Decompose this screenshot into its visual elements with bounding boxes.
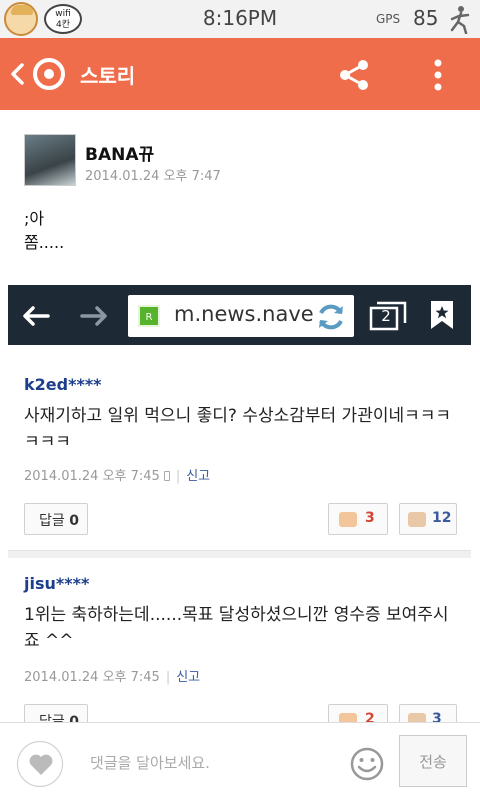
browser-back-icon bbox=[23, 306, 50, 326]
battery-level: 85 bbox=[413, 6, 439, 30]
clock: 8:16PM bbox=[202, 6, 278, 30]
like-button: 2 bbox=[328, 704, 388, 722]
comment-meta: 2014.01.24 오후 7:45 | 신고 bbox=[24, 670, 201, 685]
like-post-button[interactable] bbox=[17, 741, 63, 787]
tab-count: 2 bbox=[381, 307, 391, 325]
send-button[interactable]: 전송 bbox=[399, 735, 467, 787]
like-button: 3 bbox=[328, 503, 388, 535]
dislike-button: 3 bbox=[399, 704, 457, 722]
app-bar: 스토리 bbox=[0, 38, 480, 110]
post-timestamp: 2014.01.24 오후 7:47 bbox=[85, 169, 221, 184]
attached-screenshot[interactable]: R m.news.nave 2 k2ed**** 사재기하고 일위 먹으니 좋디… bbox=[8, 285, 471, 722]
reply-label: 답글 bbox=[39, 513, 65, 529]
thumbs-up-icon bbox=[339, 512, 357, 527]
reply-button: 답글 0 bbox=[24, 704, 88, 722]
status-bar: wifi 4칸 8:16PM GPS 85 bbox=[0, 0, 480, 38]
thumbs-down-icon bbox=[408, 713, 426, 722]
favicon-icon: R bbox=[138, 305, 160, 327]
comment-date: 2014.01.24 오후 7:45 bbox=[24, 469, 160, 484]
author-name[interactable]: BANA뀨 bbox=[85, 140, 154, 165]
post-body: ;아 쫌..... bbox=[24, 207, 64, 255]
thumbs-down-icon bbox=[408, 512, 426, 527]
gps-indicator: GPS bbox=[376, 12, 401, 26]
post-body-line: 쫌..... bbox=[24, 233, 65, 252]
bookmark-icon bbox=[431, 301, 453, 329]
comment-text: 1위는 축하하는데......목표 달성하셨으니깐 영수증 보여주시죠 ^^ bbox=[24, 605, 449, 651]
url-text: m.news.nave bbox=[174, 302, 314, 326]
report-link: 신고 bbox=[186, 469, 211, 484]
comment-username: k2ed**** bbox=[24, 375, 102, 394]
more-options-icon[interactable] bbox=[428, 58, 448, 92]
browser-toolbar: R m.news.nave 2 bbox=[8, 285, 471, 345]
story-logo-icon[interactable] bbox=[32, 57, 66, 91]
comment-date: 2014.01.24 오후 7:45 bbox=[24, 670, 160, 685]
comment-composer: 전송 bbox=[0, 722, 480, 800]
share-icon[interactable] bbox=[337, 58, 371, 92]
runner-icon bbox=[450, 6, 470, 34]
mobile-icon bbox=[163, 471, 170, 481]
comment-divider bbox=[8, 550, 471, 558]
like-count: 2 bbox=[365, 711, 375, 722]
back-arrow-icon[interactable] bbox=[8, 62, 28, 86]
reply-count: 0 bbox=[69, 714, 79, 722]
comment-username: jisu**** bbox=[24, 574, 90, 593]
comment-meta: 2014.01.24 오후 7:45 | 신고 bbox=[24, 469, 211, 484]
reply-button: 답글 0 bbox=[24, 503, 88, 535]
page-title: 스토리 bbox=[80, 64, 136, 88]
emoticon-icon[interactable] bbox=[349, 746, 385, 782]
dislike-button: 12 bbox=[399, 503, 457, 535]
heart-icon bbox=[29, 754, 53, 775]
comment-text: 사재기하고 일위 먹으니 좋디? 수상소감부터 가관이네ㅋㅋㅋㅋㅋㅋ bbox=[24, 406, 452, 452]
news-comment: jisu**** 1위는 축하하는데......목표 달성하셨으니깐 영수증 보… bbox=[8, 558, 471, 722]
dislike-count: 12 bbox=[432, 510, 452, 526]
reply-label: 답글 bbox=[39, 714, 65, 722]
comment-input[interactable] bbox=[90, 749, 330, 777]
news-comment: k2ed**** 사재기하고 일위 먹으니 좋디? 수상소감부터 가관이네ㅋㅋㅋ… bbox=[8, 345, 471, 545]
report-link: 신고 bbox=[176, 670, 201, 685]
like-count: 3 bbox=[365, 510, 375, 526]
browser-forward-icon bbox=[80, 306, 107, 326]
address-bar: R m.news.nave bbox=[128, 295, 354, 337]
reply-count: 0 bbox=[69, 513, 79, 529]
thumbs-up-icon bbox=[339, 713, 357, 722]
dislike-count: 3 bbox=[432, 711, 442, 722]
reload-icon bbox=[319, 304, 343, 330]
post-body-line: ;아 bbox=[24, 209, 45, 228]
author-avatar[interactable] bbox=[24, 134, 76, 186]
